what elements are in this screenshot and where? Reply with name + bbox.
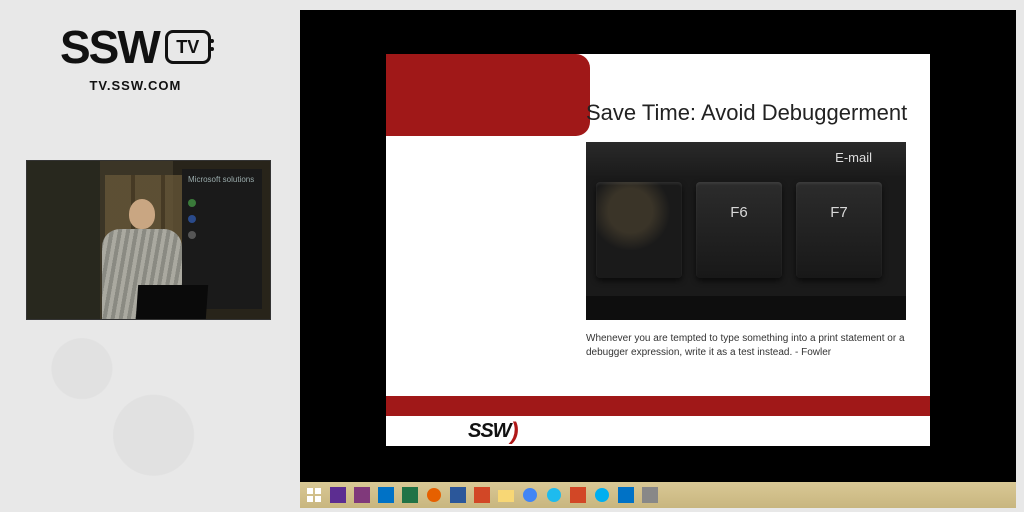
taskbar-app-outlook[interactable] [376,485,396,505]
key-label: F7 [796,204,882,221]
taskbar-app-skype[interactable] [592,485,612,505]
taskbar-app-excel[interactable] [400,485,420,505]
slide-image-keyboard: E-mail F6 F7 [586,142,906,320]
key-label: F6 [696,204,782,221]
swoosh-icon: ) [511,418,518,445]
brand-url: TV.SSW.COM [60,78,211,93]
keyboard-top-row: E-mail [586,142,906,178]
taskbar-app-onenote[interactable] [352,485,372,505]
presentation-stage: Save Time: Avoid Debuggerment E-mail F6 … [300,10,1016,482]
keyboard-bottom [586,296,906,320]
key-f5-worn [596,182,682,278]
presenter-head [129,199,155,229]
dot-icon [188,215,196,223]
windows-icon [306,487,322,503]
taskbar-app-generic-3[interactable] [640,485,660,505]
slide-footer-logo: SSW) [468,416,518,444]
taskbar-app-visual-studio[interactable] [328,485,348,505]
brand-name: SSW [60,20,159,74]
taskbar-app-generic-2[interactable] [616,485,636,505]
speaker-video: Microsoft solutions [26,160,271,320]
slide-bottom-strip [386,396,930,416]
laptop-icon [136,285,208,319]
tv-badge-icon: TV [165,30,211,64]
brand-logo: SSW TV [60,20,211,74]
taskbar-app-generic-1[interactable] [568,485,588,505]
banner-dots [188,199,196,239]
taskbar-app-powerpoint[interactable] [472,485,492,505]
windows-taskbar[interactable] [300,482,1016,508]
taskbar-app-explorer[interactable] [496,485,516,505]
keyboard-email-label: E-mail [835,150,872,165]
taskbar-app-word[interactable] [448,485,468,505]
dot-icon [188,199,196,207]
dot-icon [188,231,196,239]
slide-title: Save Time: Avoid Debuggerment [586,100,907,126]
slide-caption: Whenever you are tempted to type somethi… [586,332,906,359]
key-f6: F6 [696,182,782,278]
banner-text: Microsoft solutions [188,175,254,184]
key-f7: F7 [796,182,882,278]
keyboard-fkey-row: F6 F7 [596,182,882,278]
taskbar-app-chrome[interactable] [520,485,540,505]
footer-logo-text: SSW [468,420,511,442]
taskbar-app-firefox[interactable] [424,485,444,505]
taskbar-app-ie[interactable] [544,485,564,505]
start-button[interactable] [304,485,324,505]
brand-block: SSW TV TV.SSW.COM [60,20,211,93]
slide-accent [386,54,576,136]
slide: Save Time: Avoid Debuggerment E-mail F6 … [386,54,930,446]
